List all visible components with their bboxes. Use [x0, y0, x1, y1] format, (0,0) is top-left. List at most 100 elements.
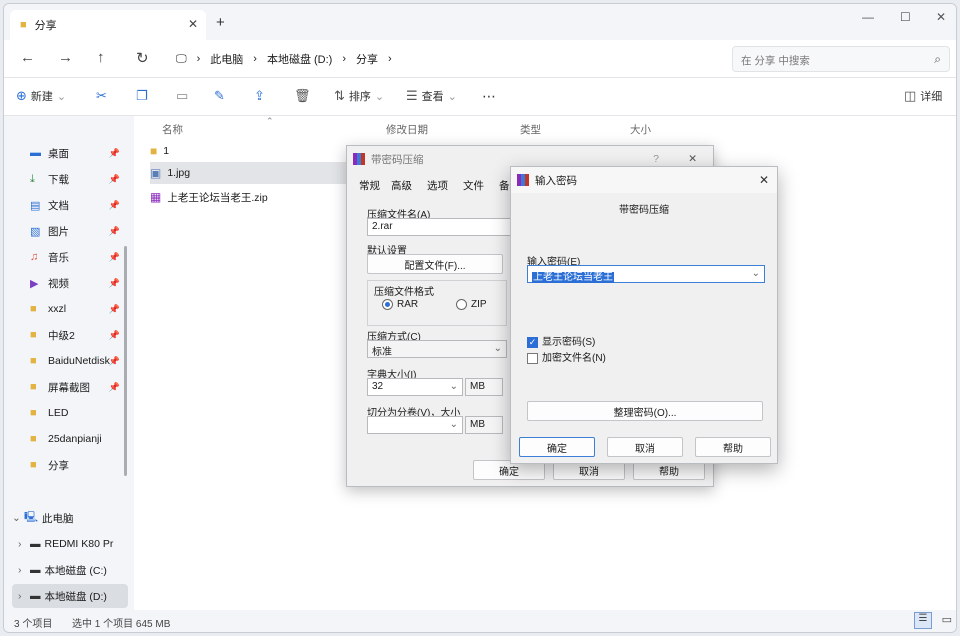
pin-icon[interactable]: 📌: [109, 148, 120, 159]
folder-icon: ■: [30, 433, 37, 445]
dictionary-select[interactable]: 32 ⌄: [367, 378, 463, 396]
tab-backup[interactable]: 备: [499, 178, 510, 193]
encrypt-names-checkbox[interactable]: 加密文件名(N): [527, 349, 606, 364]
sidebar-item[interactable]: ▶ 视频 📌: [30, 272, 122, 294]
sidebar-item[interactable]: ■ 分享: [30, 454, 122, 476]
tree-item[interactable]: ⌄ 🖳 此电脑: [8, 506, 124, 530]
chevron-down-icon: ⌄: [493, 343, 502, 354]
pin-icon[interactable]: 📌: [109, 304, 120, 315]
method-select[interactable]: 标准 ⌄: [367, 340, 507, 358]
forward-icon[interactable]: →: [58, 49, 73, 66]
document-icon: ▤: [30, 199, 41, 212]
tab-options[interactable]: 选项: [427, 178, 448, 193]
split-unit-select[interactable]: MB: [465, 416, 503, 434]
breadcrumb[interactable]: 🖵 › 此电脑 › 本地磁盘 (D:) › 分享 ›: [176, 47, 720, 71]
pin-icon[interactable]: 📌: [109, 226, 120, 237]
help-button[interactable]: 帮助: [695, 437, 771, 457]
minimize-icon[interactable]: —: [862, 10, 874, 24]
tiles-view-icon[interactable]: ▭: [942, 613, 952, 626]
delete-button[interactable]: 🗑: [294, 88, 311, 104]
sidebar-scrollbar[interactable]: [124, 116, 128, 596]
organize-passwords-button[interactable]: 整理密码(O)...: [527, 401, 763, 421]
close-icon[interactable]: ✕: [759, 173, 769, 187]
sidebar-item[interactable]: ♫ 音乐 📌: [30, 246, 122, 268]
pin-icon[interactable]: 📌: [109, 278, 120, 289]
maximize-icon[interactable]: ☐: [900, 10, 911, 24]
tree-item[interactable]: › ▬ 本地磁盘 (C:): [12, 558, 128, 582]
sidebar-item[interactable]: ■ 屏幕截图 📌: [30, 376, 122, 398]
sidebar-item[interactable]: ■ BaiduNetdisk 📌: [30, 350, 122, 372]
split-size-field[interactable]: ⌄: [367, 416, 463, 434]
column-header-name[interactable]: 名称: [162, 122, 183, 137]
copy-button[interactable]: ❐: [136, 88, 148, 104]
tab-general[interactable]: 常规: [359, 178, 380, 193]
sidebar-item[interactable]: ■ LED: [30, 402, 122, 424]
sidebar-item[interactable]: ⤓ 下载 📌: [30, 168, 122, 190]
pin-icon[interactable]: 📌: [109, 174, 120, 185]
archive-name-field[interactable]: 2.rar: [367, 218, 517, 236]
sort-button[interactable]: ⇅ 排序 ⌄: [334, 88, 384, 104]
profiles-button[interactable]: 配置文件(F)...: [367, 254, 503, 274]
more-button[interactable]: ⋯: [482, 88, 496, 105]
details-button[interactable]: ◫ 详细: [904, 88, 942, 104]
sidebar-item[interactable]: ■ xxzl 📌: [30, 298, 122, 320]
search-input[interactable]: 在 分享 中搜索 ⌕: [732, 46, 950, 72]
help-icon[interactable]: ?: [653, 153, 659, 165]
close-icon[interactable]: ✕: [936, 10, 946, 24]
format-rar-radio[interactable]: RAR: [382, 299, 418, 310]
breadcrumb-item[interactable]: 此电脑: [210, 51, 243, 67]
search-placeholder: 在 分享 中搜索: [741, 55, 810, 67]
show-password-checkbox[interactable]: ✓ 显示密码(S): [527, 333, 595, 348]
back-icon[interactable]: ←: [20, 49, 35, 66]
pin-icon[interactable]: 📌: [109, 200, 120, 211]
format-zip-radio[interactable]: ZIP: [456, 299, 487, 310]
details-view-icon[interactable]: ☰: [914, 612, 932, 629]
chevron-down-icon: ⌄: [449, 381, 458, 392]
column-header-date[interactable]: 修改日期: [386, 122, 428, 137]
copy-icon: ❐: [136, 88, 148, 103]
cancel-button[interactable]: 取消: [607, 437, 683, 457]
pin-icon[interactable]: 📌: [109, 382, 120, 393]
pin-icon[interactable]: 📌: [109, 330, 120, 341]
tree-item[interactable]: › ▬ REDMI K80 Pr: [12, 532, 128, 556]
folder-icon: ■: [30, 355, 37, 367]
sidebar-item-label: BaiduNetdisk: [48, 355, 110, 367]
breadcrumb-item[interactable]: 分享: [356, 51, 378, 67]
cut-button[interactable]: ✂: [96, 88, 107, 104]
paste-button[interactable]: ▭: [176, 88, 188, 104]
chevron-right-icon[interactable]: ›: [12, 564, 30, 576]
sidebar-item[interactable]: ▧ 图片 📌: [30, 220, 122, 242]
tab-advanced[interactable]: 高级: [391, 178, 412, 193]
password-field[interactable]: 上老王论坛当老王 ⌄: [527, 265, 765, 283]
sidebar-item-label: 屏幕截图: [48, 381, 90, 394]
sidebar-item[interactable]: ▤ 文档 📌: [30, 194, 122, 216]
sidebar-item[interactable]: ■ 中级2 📌: [30, 324, 122, 346]
paste-icon: ▭: [176, 88, 189, 103]
chevron-right-icon[interactable]: ›: [12, 538, 30, 550]
share-button[interactable]: ⇪: [254, 88, 265, 104]
refresh-icon[interactable]: ↻: [136, 49, 149, 67]
folder-icon: ■: [30, 459, 37, 471]
close-tab-icon[interactable]: ✕: [188, 17, 198, 31]
column-header-size[interactable]: 大小: [630, 122, 651, 137]
dictionary-unit-select[interactable]: MB: [465, 378, 503, 396]
tab-share[interactable]: ■ 分享 ✕: [10, 10, 206, 40]
tree-item[interactable]: › ▬ 本地磁盘 (D:): [12, 584, 128, 608]
rename-button[interactable]: ✎: [214, 88, 225, 104]
ok-button[interactable]: 确定: [519, 437, 595, 457]
up-icon[interactable]: ↑: [97, 49, 105, 66]
tab-files[interactable]: 文件: [463, 178, 484, 193]
breadcrumb-item[interactable]: 本地磁盘 (D:): [267, 51, 332, 67]
pin-icon[interactable]: 📌: [109, 252, 120, 263]
new-label: 新建: [30, 91, 53, 103]
pin-icon[interactable]: 📌: [109, 356, 120, 367]
column-header-type[interactable]: 类型: [520, 122, 541, 137]
chevron-down-icon[interactable]: ⌄: [8, 512, 24, 524]
sidebar-item[interactable]: ▬ 桌面 📌: [30, 142, 122, 164]
new-button[interactable]: ⊕ 新建 ⌄: [16, 88, 66, 104]
sidebar-item[interactable]: ■ 25danpianji: [30, 428, 122, 450]
new-tab-icon[interactable]: +: [216, 14, 225, 31]
chevron-right-icon[interactable]: ›: [12, 590, 30, 602]
close-icon[interactable]: ✕: [688, 153, 697, 165]
view-button[interactable]: ☰ 查看 ⌄: [406, 88, 457, 104]
